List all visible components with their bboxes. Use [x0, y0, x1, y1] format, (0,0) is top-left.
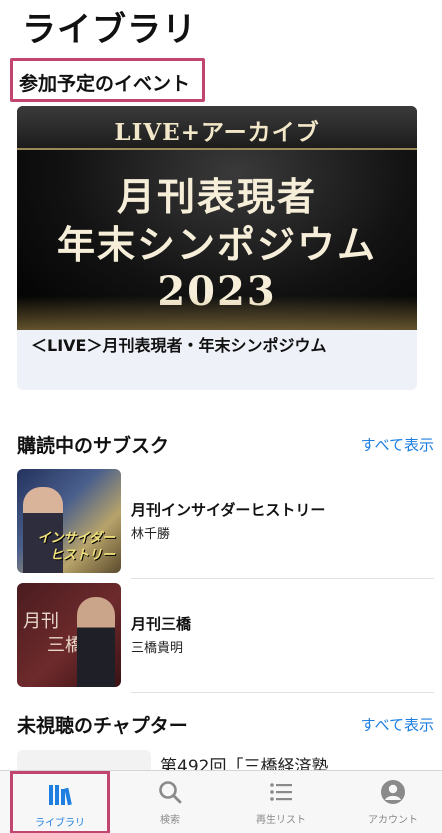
thumbnail-text: 月刊: [23, 611, 59, 632]
tab-playlist[interactable]: 再生リスト: [226, 771, 336, 833]
unwatched-header: 未視聴のチャプター: [17, 715, 188, 737]
subscription-item-insider-history[interactable]: インサイダー ヒストリー 月刊インサイダーヒストリー 林千勝: [17, 469, 434, 579]
subscription-item-mitsuhashi[interactable]: 月刊 三橋 月刊三橋 三橋貴明: [17, 583, 434, 693]
tab-account[interactable]: アカウント: [338, 771, 442, 833]
subscription-author: 三橋貴明: [131, 641, 184, 656]
thumbnail-text: ヒストリー: [49, 548, 115, 563]
search-icon: [159, 781, 182, 804]
bottom-tab-bar: ライブラリ 検索 再生リスト アカウント: [0, 770, 442, 833]
subscription-thumbnail: 月刊 三橋: [17, 583, 121, 687]
events-section-header: 参加予定のイベント: [10, 58, 205, 102]
event-card[interactable]: LIVE+アーカイブ 月刊表現者 年末シンポジウム 2023 ＜LIVE＞月刊表…: [17, 106, 417, 390]
tab-library[interactable]: ライブラリ: [10, 771, 110, 833]
tab-label: 検索: [160, 815, 180, 826]
divider: [131, 578, 434, 579]
account-icon: [381, 780, 405, 804]
subscriptions-header: 購読中のサブスク: [17, 435, 170, 457]
unwatched-see-all-link[interactable]: すべて表示: [361, 714, 434, 735]
library-icon: [49, 785, 72, 806]
tab-label: アカウント: [368, 815, 418, 826]
subscriptions-see-all-link[interactable]: すべて表示: [361, 434, 434, 455]
banner-top-text: LIVE+アーカイブ: [114, 119, 320, 146]
tab-label: ライブラリ: [35, 818, 85, 829]
list-icon: [270, 783, 292, 801]
banner-line2: 年末シンポジウム: [56, 222, 377, 267]
banner-glitter: [17, 296, 417, 330]
tab-search[interactable]: 検索: [115, 771, 225, 833]
banner-top-band: LIVE+アーカイブ: [17, 106, 417, 150]
tab-label: 再生リスト: [256, 815, 306, 826]
event-title: ＜LIVE＞月刊表現者・年末シンポジウム: [31, 336, 327, 355]
event-banner-image: LIVE+アーカイブ 月刊表現者 年末シンポジウム 2023: [17, 106, 417, 330]
subscription-thumbnail: インサイダー ヒストリー: [17, 469, 121, 573]
subscription-name: 月刊三橋: [131, 615, 192, 633]
page-title: ライブラリ: [22, 10, 197, 50]
divider: [131, 692, 434, 693]
presenter-photo: [77, 597, 115, 687]
subscription-author: 林千勝: [131, 527, 171, 542]
events-section-title: 参加予定のイベント: [19, 73, 191, 95]
subscription-name: 月刊インサイダーヒストリー: [131, 501, 326, 519]
banner-line1: 月刊表現者: [116, 174, 317, 219]
